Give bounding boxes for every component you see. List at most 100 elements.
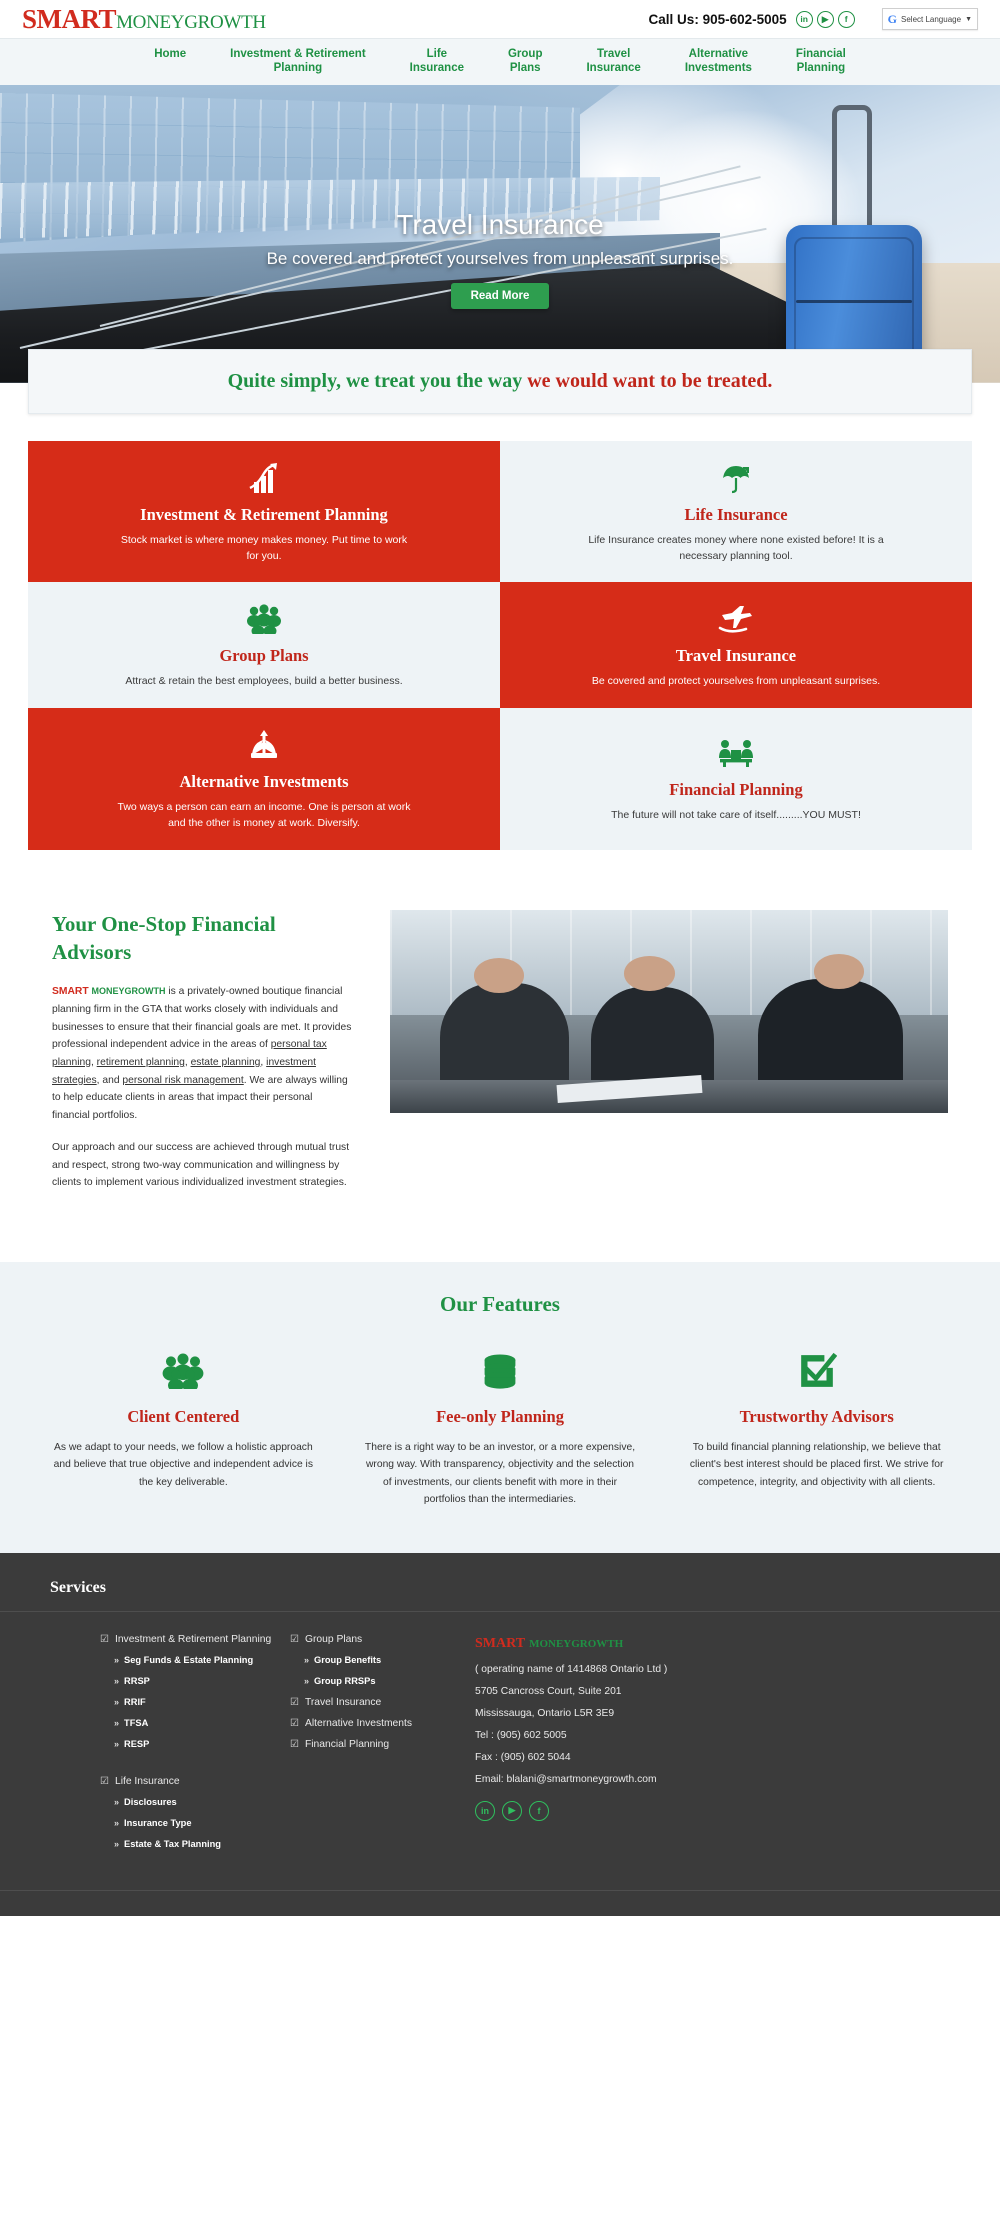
about-brand-smart: SMART — [52, 986, 89, 998]
footer-sublink-seg-funds-estate-planning[interactable]: » Seg Funds & Estate Planning — [114, 1655, 290, 1665]
footer-sublink-label: Group RRSPs — [314, 1675, 376, 1686]
chevron-down-icon: ▼ — [965, 15, 972, 23]
footer-link-life-insurance[interactable]: ☑ Life Insurance — [100, 1776, 290, 1787]
footer-sublink-disclosures[interactable]: » Disclosures — [114, 1797, 290, 1807]
footer-services-heading: Services — [50, 1578, 106, 1596]
footer-sublink-estate-tax-planning[interactable]: » Estate & Tax Planning — [114, 1839, 290, 1849]
footer-sublink-rrif[interactable]: » RRIF — [114, 1697, 290, 1707]
footer-sublink-label: RRSP — [124, 1675, 150, 1686]
footer-link-label: Alternative Investments — [304, 1717, 412, 1729]
card-description: Attract & retain the best employees, bui… — [125, 675, 403, 688]
nav-item-life-insurance[interactable]: Life Insurance — [388, 47, 486, 76]
main-navigation: Home Investment & Retirement Planning Li… — [0, 38, 1000, 85]
footer-link-travel-insurance[interactable]: ☑ Travel Insurance — [290, 1697, 465, 1708]
card-title: Life Insurance — [684, 504, 788, 524]
feature-fee-only-planning: Fee-only Planning There is a right way t… — [357, 1351, 644, 1509]
photo-person-head — [473, 958, 524, 993]
about-image-column — [390, 909, 948, 1113]
chevron-right-icon: » — [114, 1817, 120, 1828]
nav-item-travel-insurance[interactable]: Travel Insurance — [564, 47, 662, 76]
photo-person-head — [814, 954, 865, 989]
linkedin-icon[interactable]: in — [475, 1800, 495, 1821]
footer-link-group-plans[interactable]: ☑ Group Plans — [290, 1634, 465, 1645]
about-heading: Your One-Stop Financial Advisors — [52, 911, 276, 964]
footer-sublink-label: Estate & Tax Planning — [124, 1838, 221, 1849]
footer-spacer — [100, 1760, 290, 1776]
nav-item-investment-retirement-planning[interactable]: Investment & Retirement Planning — [208, 47, 387, 76]
footer-operating-name: ( operating name of 1414868 Ontario Ltd … — [475, 1663, 668, 1675]
about-text-column: Your One-Stop Financial Advisors SMART M… — [52, 910, 352, 1206]
chevron-right-icon: » — [304, 1675, 310, 1686]
youtube-icon[interactable]: ▶ — [816, 10, 834, 28]
nav-item-group-plans[interactable]: Group Plans — [486, 47, 565, 76]
footer-email[interactable]: Email: blalani@smartmoneygrowth.com — [475, 1774, 940, 1785]
nav-item-financial-planning[interactable]: Financial Planning — [774, 47, 868, 76]
about-paragraph-2: Our approach and our success are achieve… — [52, 1141, 350, 1189]
footer-sublink-label: RESP — [124, 1738, 150, 1749]
footer-sublink-label: Group Benefits — [314, 1654, 382, 1665]
footer-sublink-label: RRIF — [124, 1696, 146, 1707]
facebook-icon[interactable]: f — [837, 10, 855, 28]
chevron-right-icon: » — [114, 1675, 120, 1686]
footer-link-label: Investment & Retirement Planning — [114, 1633, 272, 1645]
tagline-green-text: Quite simply, we treat you the way — [227, 369, 528, 392]
card-group-plans[interactable]: Group Plans Attract & retain the best em… — [28, 582, 500, 708]
footer-street-address: 5705 Cancross Court, Suite 201 — [475, 1685, 622, 1697]
facebook-icon[interactable]: f — [529, 1800, 549, 1821]
about-paragraph-1: SMART MONEYGROWTH is a privately-owned b… — [52, 983, 352, 1125]
coins-stack-icon — [357, 1351, 644, 1391]
footer-sublink-group-rrsps[interactable]: » Group RRSPs — [304, 1676, 465, 1686]
call-us-label: Call Us: — [648, 11, 699, 27]
footer-sublink-label: Insurance Type — [124, 1817, 192, 1828]
site-logo[interactable]: SMARTMONEYGROWTH — [22, 4, 266, 35]
footer-link-investment-retirement-planning[interactable]: ☑ Investment & Retirement Planning — [100, 1634, 290, 1645]
about-brand-moneygrowth: MONEYGROWTH — [91, 986, 166, 997]
language-selector[interactable]: G Select Language ▼ — [881, 8, 978, 30]
footer-link-alternative-investments[interactable]: ☑ Alternative Investments — [290, 1718, 465, 1729]
footer-sublink-group-benefits[interactable]: » Group Benefits — [304, 1655, 465, 1665]
feature-description: There is a right way to be an investor, … — [364, 1441, 636, 1506]
card-life-insurance[interactable]: Life Insurance Life Insurance creates mo… — [500, 440, 972, 583]
nav-item-home[interactable]: Home — [132, 47, 208, 61]
footer-fax: Fax : (905) 602 5044 — [475, 1751, 571, 1763]
card-investment-retirement-planning[interactable]: Investment & Retirement Planning Stock m… — [28, 440, 500, 583]
linkedin-icon[interactable]: in — [795, 10, 813, 28]
footer-link-financial-planning[interactable]: ☑ Financial Planning — [290, 1739, 465, 1750]
checkbox-check-icon — [673, 1351, 960, 1391]
youtube-icon[interactable]: ▶ — [502, 1800, 522, 1821]
footer-sublink-insurance-type[interactable]: » Insurance Type — [114, 1818, 290, 1828]
tagline-banner: Quite simply, we treat you the way we wo… — [28, 348, 972, 414]
airplane-hand-icon — [716, 602, 756, 636]
about-link-personal-risk-management[interactable]: personal risk management — [122, 1075, 243, 1086]
about-link-estate-planning[interactable]: estate planning — [191, 1057, 261, 1068]
phone-number[interactable]: 905-602-5005 — [703, 12, 787, 27]
footer-link-label: Travel Insurance — [304, 1696, 382, 1708]
card-alternative-investments[interactable]: Alternative Investments Two ways a perso… — [28, 708, 500, 850]
footer-logo-moneygrowth: MONEYGROWTH — [529, 1637, 624, 1650]
about-link-retirement-planning[interactable]: retirement planning — [97, 1057, 185, 1068]
photo-person-head — [624, 956, 675, 991]
card-financial-planning[interactable]: Financial Planning The future will not t… — [500, 708, 972, 850]
card-travel-insurance[interactable]: Travel Insurance Be covered and protect … — [500, 582, 972, 708]
footer-sublink-resp[interactable]: » RESP — [114, 1739, 290, 1749]
card-title: Travel Insurance — [675, 646, 797, 666]
checkbox-icon: ☑ — [290, 1696, 299, 1708]
footer-sublink-rrsp[interactable]: » RRSP — [114, 1676, 290, 1686]
footer-sublink-label: Disclosures — [124, 1796, 177, 1807]
hero-banner: Travel Insurance Be covered and protect … — [0, 84, 1000, 383]
card-description: Be covered and protect yourselves from u… — [591, 675, 881, 688]
hero-read-more-button[interactable]: Read More — [450, 282, 550, 309]
footer-contact-column: SMART MONEYGROWTH ( operating name of 14… — [465, 1634, 940, 1860]
crown-arrows-icon — [244, 728, 284, 762]
footer-sublink-tfsa[interactable]: » TFSA — [114, 1718, 290, 1728]
footer-sublink-label: Seg Funds & Estate Planning — [124, 1654, 254, 1665]
footer-logo-smart: SMART — [475, 1635, 526, 1651]
footer-bottom-bar — [0, 1889, 1000, 1916]
footer-logo: SMART MONEYGROWTH — [475, 1634, 940, 1652]
nav-item-alternative-investments[interactable]: Alternative Investments — [663, 47, 774, 76]
hero-subtitle: Be covered and protect yourselves from u… — [266, 248, 734, 268]
tagline-red-text: we would want to be treated. — [527, 369, 773, 392]
chevron-right-icon: » — [304, 1654, 310, 1665]
footer-column-2: ☑ Group Plans » Group Benefits » Group RRSP… — [290, 1634, 465, 1860]
feature-description: As we adapt to your needs, we follow a h… — [53, 1441, 313, 1488]
